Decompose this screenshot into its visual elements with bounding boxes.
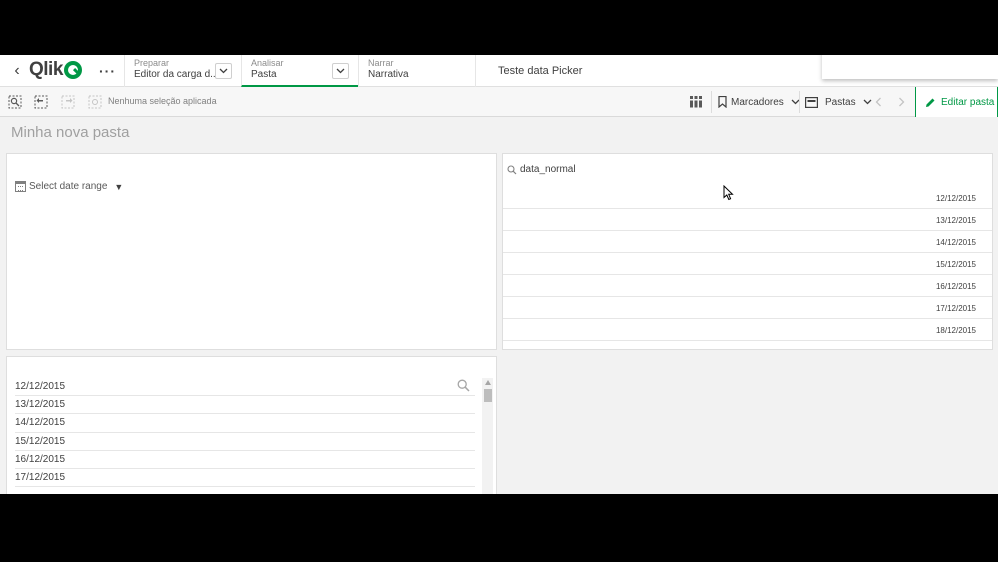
date-range-selector[interactable]: Select date range ▼ <box>15 181 123 192</box>
scrollbar-thumb[interactable] <box>484 389 492 402</box>
table-rows: 12/12/2015 13/12/2015 14/12/2015 15/12/2… <box>503 187 992 341</box>
table-cell: 18/12/2015 <box>935 326 976 335</box>
tab-analisar-category: Analisar <box>251 58 284 68</box>
search-icon <box>507 164 517 174</box>
calendar-icon <box>15 181 26 192</box>
previous-sheet-chevron-left-icon[interactable] <box>871 95 885 109</box>
tab-analisar-label: Pasta <box>251 69 277 80</box>
table-row[interactable]: 17/12/2015 <box>503 297 992 319</box>
bookmark-icon <box>718 96 727 108</box>
step-forward-icon[interactable] <box>61 95 75 109</box>
tab-preparar-category: Preparar <box>134 58 170 68</box>
list-item[interactable]: 14/12/2015 <box>15 414 475 433</box>
list-item[interactable]: 15/12/2015 <box>15 433 475 451</box>
date-range-label: Select date range <box>29 181 108 192</box>
tab-narrar-label: Narrativa <box>368 69 409 80</box>
filter-list: 12/12/2015 13/12/2015 14/12/2015 15/12/2… <box>15 378 475 488</box>
date-picker-panel: Select date range ▼ <box>6 153 497 350</box>
list-item[interactable]: 13/12/2015 <box>15 396 475 415</box>
table-row[interactable]: 13/12/2015 <box>503 209 992 231</box>
table-cell: 12/12/2015 <box>935 194 976 203</box>
smart-search-icon[interactable] <box>8 95 22 109</box>
table-cell: 15/12/2015 <box>935 260 976 269</box>
list-item[interactable]: 16/12/2015 <box>15 451 475 469</box>
caret-down-icon: ▼ <box>114 181 124 192</box>
table-row[interactable]: 16/12/2015 <box>503 275 992 297</box>
toolbar-divider <box>799 91 800 113</box>
tab-narrar-category: Narrar <box>368 58 394 68</box>
column-header-label: data_normal <box>520 164 576 175</box>
tab-preparar-label: Editor da carga d... <box>134 69 219 80</box>
app-title: Teste data Picker <box>498 65 583 77</box>
mouse-pointer-icon <box>723 185 734 201</box>
back-chevron-left-icon[interactable]: ‹ <box>10 62 24 80</box>
list-item[interactable]: 17/12/2015 <box>15 469 475 488</box>
no-selection-text: Nenhuma seleção aplicada <box>108 96 217 106</box>
edit-sheet-label: Editar pasta <box>941 96 995 108</box>
filter-search-icon[interactable] <box>457 379 470 392</box>
table-row[interactable]: 12/12/2015 <box>503 187 992 209</box>
table-cell: 17/12/2015 <box>935 304 976 313</box>
top-navigation-bar: ‹ Qlik ··· Preparar Editor da carga d...… <box>0 55 998 87</box>
list-item[interactable]: 12/12/2015 <box>15 378 475 397</box>
sheets-label: Pastas <box>825 96 856 108</box>
qlik-app: ‹ Qlik ··· Preparar Editor da carga d...… <box>0 55 998 494</box>
table-row[interactable]: 15/12/2015 <box>503 253 992 275</box>
data-table-panel: data_normal 12/12/2015 13/12/2015 14/12/… <box>502 153 993 350</box>
table-row[interactable]: 18/12/2015 <box>503 319 992 341</box>
qlik-q-icon <box>63 61 82 79</box>
sheets-icon <box>805 96 818 108</box>
sheets-button[interactable]: Pastas <box>805 93 872 111</box>
table-cell: 16/12/2015 <box>935 282 976 291</box>
table-row[interactable]: 14/12/2015 <box>503 231 992 253</box>
edit-sheet-button[interactable]: Editar pasta <box>915 87 998 117</box>
tab-preparar[interactable]: Preparar Editor da carga d... <box>124 55 241 87</box>
tab-analisar[interactable]: Analisar Pasta <box>241 55 358 87</box>
letterbox-top <box>0 0 998 55</box>
scroll-up-icon[interactable] <box>485 380 491 385</box>
bookmarks-label: Marcadores <box>731 96 784 108</box>
toolbar-divider <box>711 91 712 113</box>
chevron-down-icon[interactable] <box>332 63 349 79</box>
filter-pane-panel: 12/12/2015 13/12/2015 14/12/2015 15/12/2… <box>6 356 497 494</box>
pencil-icon <box>926 98 935 107</box>
selection-toolbar: Nenhuma seleção aplicada Marcadores Past… <box>0 87 998 117</box>
column-header[interactable]: data_normal <box>507 164 576 175</box>
chevron-down-icon[interactable] <box>215 63 232 79</box>
logo-text: Qlik <box>29 59 63 80</box>
table-cell: 14/12/2015 <box>935 238 976 247</box>
sheet-title: Minha nova pasta <box>11 124 130 141</box>
bookmarks-button[interactable]: Marcadores <box>718 93 800 111</box>
step-back-icon[interactable] <box>34 95 48 109</box>
qlik-logo: Qlik <box>29 59 82 80</box>
next-sheet-chevron-right-icon[interactable] <box>894 95 908 109</box>
nav-divider <box>475 55 476 87</box>
scrollbar[interactable] <box>482 378 493 494</box>
grid-view-icon[interactable] <box>689 95 703 109</box>
tab-narrar[interactable]: Narrar Narrativa <box>358 55 475 87</box>
letterbox-bottom <box>0 494 998 562</box>
table-cell: 13/12/2015 <box>935 216 976 225</box>
notification-popup <box>822 55 998 79</box>
clear-all-icon[interactable] <box>88 95 102 109</box>
more-ellipsis-icon[interactable]: ··· <box>99 63 116 79</box>
